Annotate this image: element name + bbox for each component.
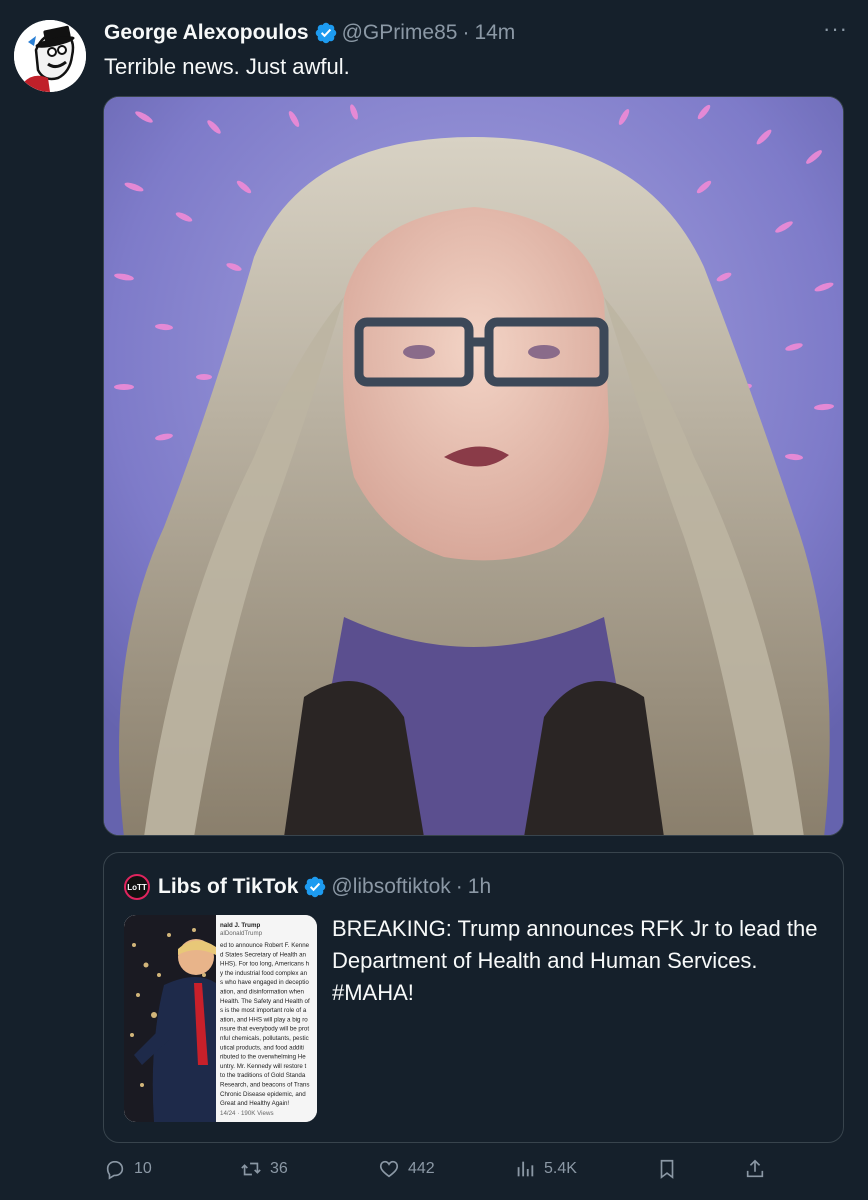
repost-count: 36 (270, 1160, 288, 1177)
bookmark-icon (660, 1159, 674, 1179)
thumb-body-line: ation, and HHS will play a big ro (220, 1016, 308, 1023)
author-handle[interactable]: @GPrime85 (342, 21, 458, 45)
views-button[interactable]: 5.4K (514, 1153, 577, 1185)
quoted-tweet-time[interactable]: 1h (468, 875, 491, 899)
thumb-body-line: y the industrial food complex an (220, 970, 308, 977)
dot-separator: · (455, 875, 463, 898)
thumb-body-line: Chronic Disease epidemic, and (220, 1091, 306, 1098)
repost-button[interactable]: 36 (240, 1153, 288, 1185)
author-name[interactable]: George Alexopoulos (104, 21, 309, 45)
avatar-cartoon-icon (14, 20, 86, 92)
dot-separator: · (462, 21, 470, 44)
thumb-body-line: HHS). For too long, Americans h (220, 961, 310, 968)
thumb-footer: 14/24 · 190K Views (220, 1110, 274, 1117)
share-icon (746, 1159, 764, 1178)
views-icon (517, 1161, 534, 1177)
thumb-body-line: ation, and disinformation when (220, 989, 304, 996)
heart-icon (379, 1160, 399, 1178)
quoted-author-handle[interactable]: @libsoftiktok (331, 875, 450, 899)
author-avatar[interactable] (14, 20, 86, 92)
thumb-body-line: d States Secretary of Health an (220, 951, 307, 958)
thumb-body-line: to the traditions of Gold Standa (220, 1072, 306, 1079)
trump-post-screenshot-image: nald J. Trump alDonaldTrump ed to announ… (124, 915, 317, 1122)
bookmark-button[interactable] (656, 1153, 686, 1185)
thumb-body-line: Great and Healthy Again! (220, 1100, 289, 1107)
share-button[interactable] (744, 1153, 774, 1185)
thumb-header-name: nald J. Trump (220, 922, 260, 929)
thumb-body-line: utical products, and food additi (220, 1044, 304, 1051)
thumb-body-line: untry. Mr. Kennedy will restore t (220, 1063, 306, 1070)
reply-button[interactable]: 10 (104, 1153, 152, 1185)
thumb-text: nald J. Trump alDonaldTrump ed to announ… (220, 922, 310, 1117)
views-count: 5.4K (544, 1160, 577, 1177)
tweet-action-bar: 10 36 442 5.4K (104, 1153, 770, 1185)
thumb-body-line: Research, and beacons of Trans (220, 1082, 309, 1089)
tweet-text: Terrible news. Just awful. (104, 54, 350, 79)
tweet-header: George Alexopoulos @GPrime85 · 14m ··· (104, 18, 848, 48)
thumb-header-handle: alDonaldTrump (220, 930, 263, 937)
more-options-icon[interactable]: ··· (823, 18, 848, 40)
verified-badge-icon (314, 21, 338, 45)
thumb-body-line: s is the most important role of a (220, 1007, 307, 1014)
like-button[interactable]: 442 (378, 1153, 435, 1185)
tweet-time[interactable]: 14m (474, 21, 515, 45)
verified-badge-icon (303, 875, 327, 899)
like-count: 442 (408, 1160, 435, 1177)
tweet-media-image[interactable] (103, 96, 844, 836)
quoted-tweet-header: LoTT Libs of TikTok @libsoftiktok · 1h (124, 873, 491, 901)
tweet: George Alexopoulos @GPrime85 · 14m ··· T… (0, 0, 868, 1200)
quoted-author-avatar[interactable]: LoTT (124, 874, 150, 900)
caricature-illustration (104, 97, 843, 835)
thumb-body-line: nful chemicals, pollutants, pestic (220, 1035, 309, 1042)
reply-count: 10 (134, 1160, 152, 1177)
thumb-body-line: s who have engaged in deceptio (220, 979, 309, 986)
reply-icon (106, 1160, 124, 1180)
thumb-body-line: ributed to the overwhelming He (220, 1054, 306, 1061)
thumb-body-line: nsure that everybody will be prot (220, 1026, 309, 1033)
quoted-author-name[interactable]: Libs of TikTok (158, 875, 298, 899)
thumb-body-line: ed to announce Robert F. Kenne (220, 942, 310, 949)
quoted-tweet[interactable]: LoTT Libs of TikTok @libsoftiktok · 1h n… (103, 852, 844, 1143)
repost-icon (241, 1162, 261, 1176)
quoted-tweet-thumbnail[interactable]: nald J. Trump alDonaldTrump ed to announ… (124, 915, 317, 1122)
thumb-body-line: Health. The Safety and Health of (220, 998, 310, 1005)
quoted-tweet-text: BREAKING: Trump announces RFK Jr to lead… (332, 916, 818, 1005)
